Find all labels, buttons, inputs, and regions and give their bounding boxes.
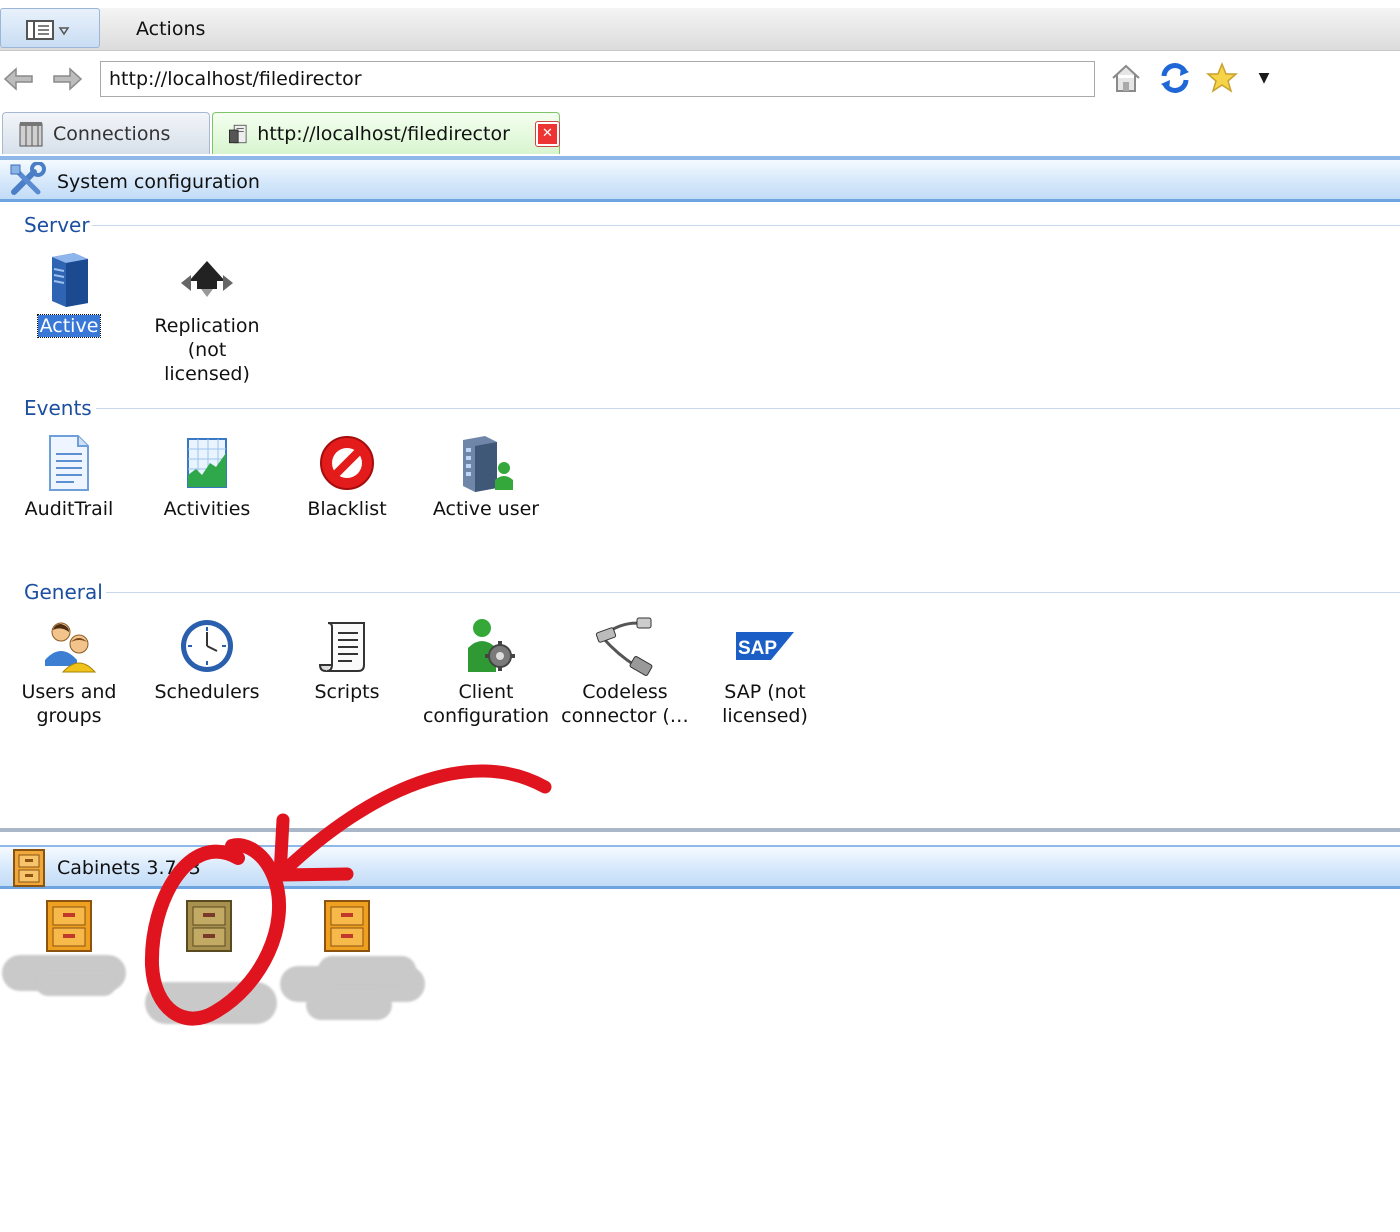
item-active-user[interactable]: Active user	[421, 433, 551, 521]
tools-icon	[8, 161, 50, 202]
item-sap-label: SAP (not licensed)	[722, 681, 808, 727]
menu-bar	[0, 8, 1400, 51]
cabinet-grid-icon	[19, 121, 43, 146]
tab-filedirector-label: http://localhost/filedirector	[257, 122, 510, 145]
redacted-label	[318, 956, 416, 984]
tab-filedirector[interactable]: http://localhost/filedirector ✕	[212, 112, 561, 154]
item-client-configuration[interactable]: Client configuration	[421, 616, 551, 728]
tab-strip	[0, 108, 1400, 159]
document-icon	[39, 433, 99, 493]
scroll-icon	[317, 616, 377, 676]
redacted-label	[306, 990, 392, 1020]
item-codeless-connector-label: Codeless connector (…	[561, 681, 689, 727]
system-configuration-title: System configuration	[57, 171, 260, 193]
chart-icon	[177, 433, 237, 493]
group-divider	[106, 592, 1400, 593]
menu-toggle-button[interactable]	[0, 8, 100, 48]
back-arrow-icon[interactable]	[2, 62, 36, 96]
item-sap[interactable]: SAP SAP (not licensed)	[700, 616, 830, 728]
group-label-general: General	[24, 580, 103, 604]
item-users-and-groups[interactable]: Users and groups	[4, 616, 134, 728]
cabinet-item-3[interactable]	[322, 898, 372, 958]
item-schedulers[interactable]: Schedulers	[142, 616, 272, 704]
cabinet-icon	[10, 848, 48, 892]
dropdown-arrow-icon[interactable]: ▼	[1246, 60, 1282, 96]
refresh-icon[interactable]	[1157, 60, 1193, 96]
star-icon[interactable]	[1204, 60, 1240, 96]
users-icon	[39, 616, 99, 676]
connector-icon	[595, 616, 655, 676]
item-scripts[interactable]: Scripts	[282, 616, 412, 704]
item-replication[interactable]: Replication (not licensed)	[142, 250, 272, 386]
item-activities-label: Activities	[163, 498, 251, 520]
item-schedulers-label: Schedulers	[154, 681, 260, 703]
item-scripts-label: Scripts	[314, 681, 380, 703]
redacted-label	[145, 982, 277, 1024]
cabinet-icon	[46, 900, 92, 952]
home-icon[interactable]	[1108, 60, 1144, 96]
server-page-icon	[228, 124, 247, 143]
cabinet-icon	[186, 900, 232, 952]
address-input[interactable]	[100, 61, 1095, 97]
redacted-label	[36, 972, 116, 996]
item-audittrail-label: AuditTrail	[24, 498, 114, 520]
item-blacklist[interactable]: Blacklist	[282, 433, 412, 521]
no-entry-icon	[317, 433, 377, 493]
item-active-server[interactable]: Active	[4, 250, 134, 338]
item-audittrail[interactable]: AuditTrail	[4, 433, 134, 521]
forward-arrow-icon[interactable]	[50, 62, 84, 96]
server-icon	[39, 250, 99, 310]
cabinet-icon	[324, 900, 370, 952]
cabinets-title: Cabinets 3.7 .3	[57, 857, 201, 879]
item-users-and-groups-label: Users and groups	[21, 681, 117, 727]
sap-logo: SAP	[735, 616, 795, 676]
item-blacklist-label: Blacklist	[307, 498, 387, 520]
group-divider	[92, 225, 1400, 226]
item-active-label: Active	[36, 314, 102, 338]
cabinet-item-2[interactable]	[184, 898, 234, 958]
svg-text:SAP: SAP	[738, 638, 777, 659]
user-gear-icon	[456, 616, 516, 676]
group-label-server: Server	[24, 213, 90, 237]
cabinet-item-1[interactable]	[44, 898, 94, 958]
building-user-icon	[456, 433, 516, 493]
item-active-user-label: Active user	[432, 498, 540, 520]
tab-connections[interactable]: Connections	[2, 112, 210, 154]
clock-icon	[177, 616, 237, 676]
tab-connections-label: Connections	[53, 122, 171, 145]
panel-menu-icon	[26, 20, 70, 40]
group-label-events: Events	[24, 396, 92, 420]
close-tab-icon[interactable]: ✕	[534, 120, 561, 147]
cabinets-header	[0, 845, 1400, 889]
item-codeless-connector[interactable]: Codeless connector (…	[560, 616, 690, 728]
item-client-configuration-label: Client configuration	[422, 681, 550, 727]
replication-icon	[177, 250, 237, 310]
item-activities[interactable]: Activities	[142, 433, 272, 521]
group-divider	[96, 408, 1400, 409]
pane-splitter[interactable]	[0, 828, 1400, 832]
item-replication-label: Replication (not licensed)	[154, 315, 260, 385]
actions-menu[interactable]: Actions	[136, 18, 205, 40]
